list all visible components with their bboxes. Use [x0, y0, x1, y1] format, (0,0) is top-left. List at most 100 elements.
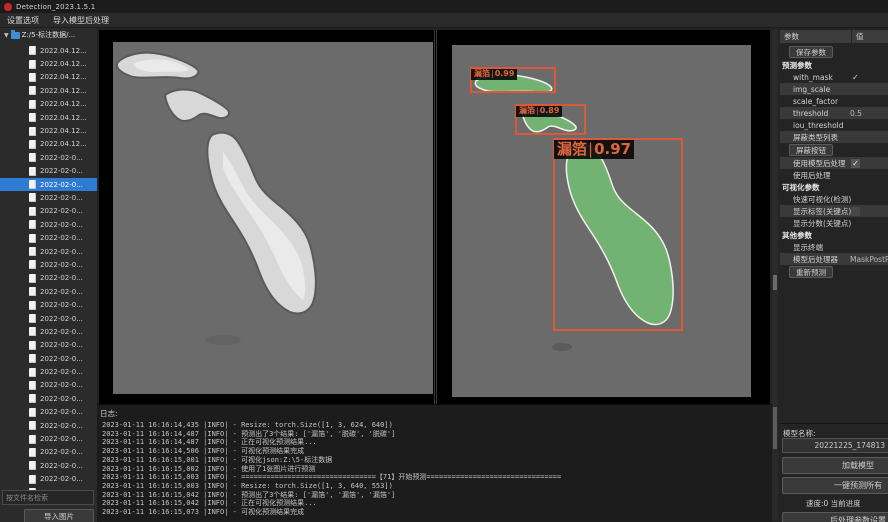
menu-settings[interactable]: 设置选项 — [7, 15, 39, 26]
param-row[interactable]: threshold0.5 — [780, 107, 888, 119]
file-icon — [29, 394, 36, 403]
predict-all-button[interactable]: 一键预测所有 — [782, 477, 888, 494]
log-line: 2023-01-11 16:16:15,002 |INFO| - 使用了1张图片… — [97, 465, 772, 474]
tree-item-label: 2022.04.12... — [40, 47, 87, 55]
tree-item-label: 2022-02-0... — [40, 274, 83, 282]
main-vertical-scrollbar[interactable] — [772, 30, 778, 408]
tree-item[interactable]: 2022.04.12... — [0, 71, 97, 84]
tree-item-label: 2022.04.12... — [40, 73, 87, 81]
param-row[interactable]: img_scale — [780, 83, 888, 95]
tree-item[interactable]: 2022.04.12... — [0, 84, 97, 97]
tree-item[interactable]: 2022-02-0... — [0, 165, 97, 178]
tree-item[interactable]: 2022.04.12... — [0, 44, 97, 57]
detection-label: 漏箔|0.99 — [471, 69, 517, 80]
param-action-button[interactable]: 保存参数 — [789, 46, 833, 58]
tree-item-label: 2022-02-0... — [40, 315, 83, 323]
tree-item-label: 2022-02-0... — [40, 261, 83, 269]
caret-down-icon[interactable]: ▼ — [4, 32, 9, 39]
param-label: 预测参数 — [780, 60, 812, 71]
scrollbar-handle[interactable] — [773, 275, 777, 290]
tree-item[interactable]: 2022-02-0... — [0, 473, 97, 486]
tree-item[interactable]: 2022-02-0... — [0, 432, 97, 445]
param-label: scale_factor — [780, 97, 838, 106]
param-row[interactable]: iou_threshold — [780, 119, 888, 131]
detection-class-text: 漏箔 — [557, 140, 587, 158]
param-label: 使用后处理 — [780, 170, 831, 181]
tree-item[interactable]: 2022-02-0... — [0, 151, 97, 164]
log-line: 2023-01-11 16:16:14,487 |INFO| - 正在可视化预测… — [97, 438, 772, 447]
folder-icon — [11, 32, 20, 39]
file-icon — [29, 341, 36, 350]
param-action-button[interactable]: 重新预测 — [789, 266, 833, 278]
tree-item[interactable]: 2022-02-0... — [0, 406, 97, 419]
tree-item[interactable]: 2022.04.12... — [0, 57, 97, 70]
param-row[interactable]: 模型后处理器MaskPostPro — [780, 253, 888, 265]
tree-item[interactable]: 2022-02-0... — [0, 446, 97, 459]
progress-status-text: 速度:0 当前进度 — [806, 498, 861, 509]
file-icon — [29, 327, 36, 336]
param-label: 模型后处理器 — [780, 254, 838, 265]
param-row[interactable]: 显示终端 — [780, 241, 888, 253]
tree-root-label: Z:/5-标注数据/... — [22, 30, 76, 40]
tree-item[interactable]: 2022-02-0... — [0, 392, 97, 405]
tree-item[interactable]: 2022-02-0... — [0, 325, 97, 338]
tree-item[interactable]: 2022-02-0... — [0, 365, 97, 378]
tree-item[interactable]: 2022-02-0... — [0, 205, 97, 218]
param-action-button[interactable]: 屏蔽按钮 — [789, 144, 833, 156]
menu-import-postprocess[interactable]: 导入模型后处理 — [53, 15, 109, 26]
file-icon — [29, 247, 36, 256]
tree-item[interactable]: 2022-02-0... — [0, 379, 97, 392]
tree-item[interactable]: 2022-02-0... — [0, 191, 97, 204]
log-lines: 2023-01-11 16:16:14,435 |INFO| - Resize:… — [97, 421, 772, 517]
param-row[interactable]: scale_factor — [780, 95, 888, 107]
tree-item[interactable]: 2022.04.12... — [0, 138, 97, 151]
prediction-image-panel: 漏箔|0.99漏箔|0.89漏箔|0.97 — [437, 30, 770, 408]
tree-item[interactable]: 2022-02-0... — [0, 298, 97, 311]
param-label: 显示终端 — [780, 242, 823, 253]
param-row[interactable]: 显示标签(关键点) — [780, 205, 888, 217]
load-model-button[interactable]: 加载模型 — [782, 457, 888, 474]
panel-separator — [780, 423, 888, 424]
tree-item[interactable]: 2022.04.12... — [0, 124, 97, 137]
param-section-header: 可视化参数 — [780, 181, 888, 193]
tree-item[interactable]: 2022-02-0... — [0, 272, 97, 285]
param-button-row: 保存参数 — [780, 45, 888, 59]
checkbox[interactable] — [851, 207, 860, 216]
param-row[interactable]: with_mask✓ — [780, 71, 888, 83]
param-row[interactable]: 快速可视化(检测) — [780, 193, 888, 205]
log-line: 2023-01-11 16:16:14,506 |INFO| - 可视化预测结果… — [97, 447, 772, 456]
param-row[interactable]: 使用模型后处理✓ — [780, 157, 888, 169]
file-icon — [29, 314, 36, 323]
tree-item[interactable]: 2022.04.12... — [0, 111, 97, 124]
tree-item[interactable]: 2022-02-0... — [0, 218, 97, 231]
search-input[interactable] — [2, 490, 94, 505]
tree-item[interactable]: 2022-02-0... — [0, 245, 97, 258]
post-process-params-button[interactable]: 后处理参数设置 — [782, 512, 888, 522]
file-icon — [29, 60, 36, 69]
tree-item[interactable]: 2022-02-0... — [0, 258, 97, 271]
checkbox[interactable]: ✓ — [851, 159, 860, 168]
log-vertical-scrollbar[interactable] — [772, 406, 778, 520]
app-logo-icon — [4, 3, 12, 11]
scrollbar-handle[interactable] — [773, 407, 777, 449]
param-row[interactable]: 显示分数(关键点) — [780, 217, 888, 229]
param-row[interactable]: 屏蔽类型列表 — [780, 131, 888, 143]
log-line: 2023-01-11 16:16:15,003 |INFO| - Resize:… — [97, 482, 772, 491]
tree-item[interactable]: 2022-02-0... — [0, 285, 97, 298]
import-images-button[interactable]: 导入图片 — [24, 509, 94, 522]
tree-item[interactable]: 2022-02-0... — [0, 352, 97, 365]
file-icon — [29, 220, 36, 229]
param-row[interactable]: 使用后处理 — [780, 169, 888, 181]
tree-item[interactable]: 2022-02-0... — [0, 312, 97, 325]
tree-item[interactable]: 2022-02-0... — [0, 459, 97, 472]
file-icon — [29, 354, 36, 363]
model-name-field[interactable]: 20221225_174813 — [782, 438, 888, 453]
tree-item[interactable]: 2022-02-0... — [0, 339, 97, 352]
tree-item[interactable]: 2022.04.12... — [0, 98, 97, 111]
tree-item[interactable]: 2022-02-0... — [0, 178, 97, 191]
tree-item[interactable]: 2022-02-0... — [0, 231, 97, 244]
param-column-header: 参数 — [780, 30, 851, 43]
detection-class-text: 漏箔 — [474, 69, 490, 78]
tree-root-folder[interactable]: ▼ Z:/5-标注数据/... — [0, 28, 97, 42]
tree-item[interactable]: 2022-02-0... — [0, 419, 97, 432]
